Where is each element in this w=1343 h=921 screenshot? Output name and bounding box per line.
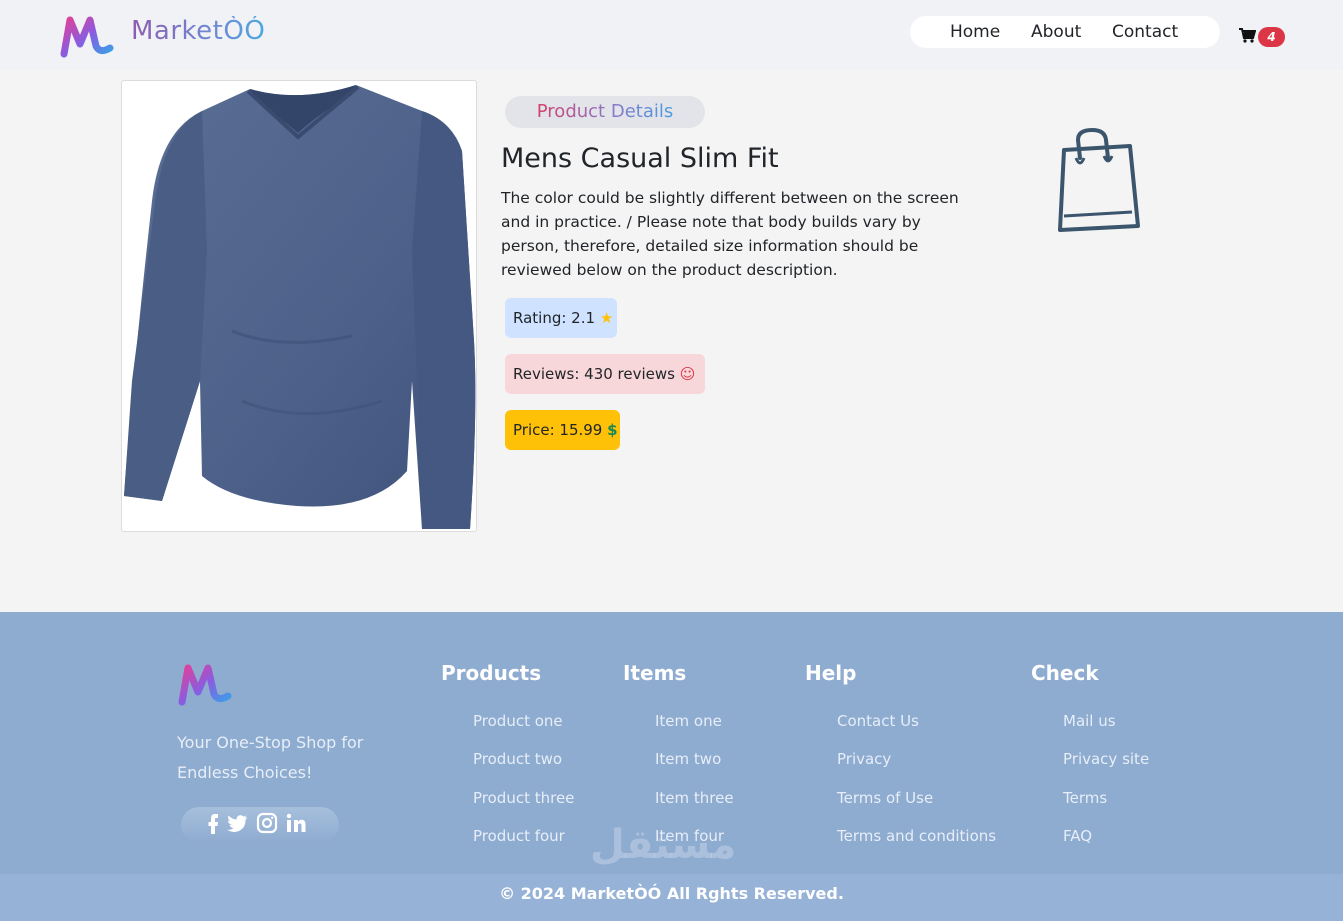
star-icon: ★ <box>599 309 614 327</box>
footer-link[interactable]: Item two <box>655 750 721 768</box>
footer-logo-icon[interactable] <box>178 662 232 706</box>
footer-col-title-products: Products <box>441 661 542 685</box>
shopping-bag-icon[interactable] <box>1050 128 1145 234</box>
footer-link[interactable]: Terms of Use <box>837 789 933 807</box>
footer-link[interactable]: Mail us <box>1063 712 1116 730</box>
footer-link[interactable]: Item three <box>655 789 734 807</box>
footer-link[interactable]: Product two <box>473 750 562 768</box>
footer-col-title-items: Items <box>623 661 687 685</box>
footer-link[interactable]: Terms <box>1063 789 1107 807</box>
product-details-label: Product Details <box>505 96 705 128</box>
facebook-icon[interactable] <box>201 811 225 835</box>
social-links <box>181 807 339 843</box>
footer-link[interactable]: Product four <box>473 827 565 845</box>
twitter-icon[interactable] <box>225 811 249 835</box>
reviews-label: Reviews: 430 reviews <box>513 365 675 383</box>
cart-icon[interactable] <box>1238 26 1256 44</box>
footer-col-title-help: Help <box>805 661 857 685</box>
header: MarketÒÓ Home About Contact 4 <box>0 0 1343 70</box>
footer-link[interactable]: Product three <box>473 789 574 807</box>
footer-col-title-check: Check <box>1031 661 1099 685</box>
brand-name[interactable]: MarketÒÓ <box>131 16 265 46</box>
smile-icon: ☺ <box>679 365 696 383</box>
footer-link[interactable]: Item one <box>655 712 722 730</box>
instagram-icon[interactable] <box>255 811 279 835</box>
price-badge: Price: 15.99 $ <box>505 410 620 450</box>
price-label: Price: 15.99 <box>513 421 603 439</box>
shirt-image <box>124 85 476 529</box>
footer-link[interactable]: Privacy <box>837 750 891 768</box>
dollar-icon: $ <box>607 421 618 439</box>
copyright-text: © 2024 MarketÒÓ All Rghts Reserved. <box>499 884 844 903</box>
footer-link[interactable]: Terms and conditions <box>837 827 996 845</box>
nav-contact[interactable]: Contact <box>1112 22 1178 42</box>
main-nav: Home About Contact <box>910 16 1220 48</box>
product-image <box>121 80 477 532</box>
product-name: Mens Casual Slim Fit <box>501 143 779 174</box>
footer-tagline: Your One-Stop Shop for Endless Choices! <box>177 733 364 782</box>
watermark-logo: مستقل <box>590 822 737 868</box>
nav-about[interactable]: About <box>1031 22 1081 42</box>
reviews-badge: Reviews: 430 reviews ☺ <box>505 354 705 394</box>
footer-link[interactable]: Contact Us <box>837 712 919 730</box>
footer-link[interactable]: Privacy site <box>1063 750 1149 768</box>
linkedin-icon[interactable] <box>284 811 308 835</box>
nav-home[interactable]: Home <box>950 22 1000 42</box>
footer-link[interactable]: Product one <box>473 712 563 730</box>
brand-logo-icon[interactable] <box>60 14 114 58</box>
rating-badge: Rating: 2.1 ★ <box>505 298 617 338</box>
product-description: The color could be slightly different be… <box>501 189 959 279</box>
footer-link[interactable]: FAQ <box>1063 827 1092 845</box>
cart-count-badge[interactable]: 4 <box>1258 27 1285 47</box>
rating-label: Rating: 2.1 <box>513 309 596 327</box>
